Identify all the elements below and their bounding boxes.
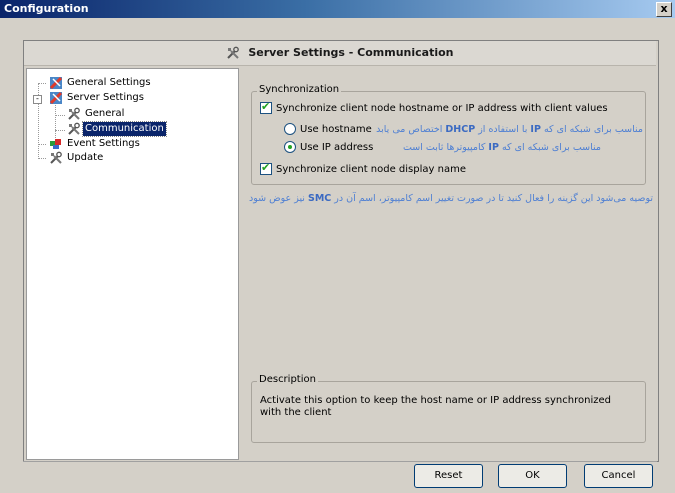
sync-hostname-option[interactable]: ✔ Synchronize client node hostname or IP …: [260, 100, 608, 116]
tree-collapse-toggle[interactable]: -: [33, 95, 42, 104]
tree-item-communication[interactable]: Communication: [67, 121, 167, 137]
tree-item-label: Update: [67, 152, 104, 163]
use-ip-label: Use IP address: [300, 142, 374, 153]
note-text: مناسب برای شبکه ای که: [543, 124, 643, 135]
tools-icon: [227, 46, 240, 59]
note-text: توصیه می‌شود این گزینه را فعال کنید تا د…: [334, 193, 653, 204]
tools-icon: [68, 122, 80, 135]
note-text: نیز عوض شود: [249, 193, 305, 204]
tree-item-event-settings[interactable]: Event Settings: [49, 137, 142, 151]
tree-item-general-settings[interactable]: General Settings: [49, 76, 153, 90]
tree-item-general[interactable]: General: [67, 107, 126, 121]
page-title: Server Settings - Communication: [248, 46, 454, 59]
title-bar: Configuration x: [0, 0, 675, 18]
sync-hostname-checkbox[interactable]: ✔: [260, 100, 272, 114]
tools-icon: [68, 107, 80, 120]
settings-panel: Synchronization ✔ Synchronize client node…: [239, 68, 655, 458]
use-hostname-note: مناسب برای شبکه ای که IP با استفاده از D…: [376, 123, 643, 137]
synchronization-group-title: Synchronization: [257, 84, 342, 95]
settings-tree[interactable]: General Settings Server Settings General…: [26, 68, 239, 460]
tree-item-label: Event Settings: [67, 138, 140, 149]
note-ip: IP: [488, 142, 499, 153]
use-hostname-label: Use hostname: [300, 124, 372, 135]
recommendation-note: توصیه می‌شود این گزینه را فعال کنید تا د…: [241, 192, 653, 206]
note-smc: SMC: [307, 193, 332, 204]
description-text: Activate this option to keep the host na…: [260, 395, 611, 418]
use-ip-note: مناسب برای شبکه ای که IP کامپیوترها ثابت…: [403, 141, 601, 155]
server-settings-icon: [49, 91, 63, 105]
description-group-title: Description: [257, 374, 318, 385]
page-header: Server Settings - Communication: [24, 41, 656, 66]
description-group: Activate this option to keep the host na…: [251, 381, 646, 443]
tree-item-label: General: [85, 108, 125, 119]
sync-hostname-label: Synchronize client node hostname or IP a…: [276, 103, 608, 114]
use-ip-radio[interactable]: [284, 141, 296, 153]
use-hostname-option[interactable]: Use hostname: [284, 123, 372, 137]
sync-display-option[interactable]: ✔ Synchronize client node display name: [260, 161, 466, 177]
use-hostname-radio[interactable]: [284, 123, 296, 135]
tools-icon: [50, 151, 62, 164]
event-settings-icon: [50, 139, 61, 149]
note-text: مناسب برای شبکه ای که: [501, 142, 601, 153]
note-text: با استفاده از: [478, 124, 528, 135]
tree-item-label: Communication: [82, 121, 167, 137]
sync-display-checkbox[interactable]: ✔: [260, 161, 272, 175]
close-button[interactable]: x: [656, 2, 672, 17]
general-settings-icon: [49, 76, 63, 90]
ok-button[interactable]: OK: [498, 464, 567, 488]
tree-item-label: Server Settings: [67, 92, 144, 103]
footer-divider: [23, 461, 657, 462]
tree-item-server-settings[interactable]: Server Settings: [49, 91, 146, 105]
sync-display-label: Synchronize client node display name: [276, 164, 466, 175]
cancel-button[interactable]: Cancel: [584, 464, 653, 488]
window-title: Configuration: [4, 2, 89, 15]
tree-item-update[interactable]: Update: [49, 151, 105, 165]
note-text: کامپیوترها ثابت است: [402, 142, 486, 153]
note-dhcp: DHCP: [445, 124, 476, 135]
tree-item-label: General Settings: [67, 77, 151, 88]
note-ip: IP: [530, 124, 541, 135]
use-ip-option[interactable]: Use IP address: [284, 141, 373, 155]
note-text: اختصاص می یابد: [376, 124, 443, 135]
reset-button[interactable]: Reset: [414, 464, 483, 488]
